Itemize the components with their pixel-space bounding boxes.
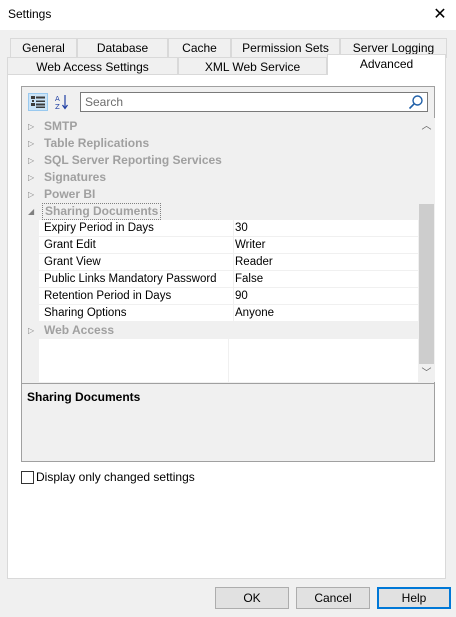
tab-general[interactable]: General xyxy=(10,38,77,58)
category-label: Table Replications xyxy=(44,136,150,150)
property-row[interactable]: Grant View Reader xyxy=(22,254,418,271)
category-label: Signatures xyxy=(44,170,107,184)
cancel-button[interactable]: Cancel xyxy=(296,587,370,609)
property-name: Sharing Options xyxy=(44,307,127,319)
close-icon[interactable]: ✕ xyxy=(424,0,456,30)
tab-cache[interactable]: Cache xyxy=(168,38,231,58)
grid-empty-area xyxy=(22,339,418,382)
search-icon[interactable] xyxy=(408,94,424,110)
scroll-thumb[interactable] xyxy=(419,204,434,364)
category-label: SQL Server Reporting Services xyxy=(44,153,222,167)
property-row[interactable]: Retention Period in Days 90 xyxy=(22,288,418,305)
category-signatures[interactable]: ▷ Signatures xyxy=(22,169,418,186)
category-label: Power BI xyxy=(44,187,96,201)
property-value[interactable]: Writer xyxy=(235,237,265,253)
window-title: Settings xyxy=(8,7,52,21)
ok-button[interactable]: OK xyxy=(215,587,289,609)
category-label: Sharing Documents xyxy=(42,203,162,220)
checkbox-box[interactable] xyxy=(21,471,34,484)
property-grid-body: ▷ SMTP ▷ Table Replications ▷ SQL Server… xyxy=(22,118,418,382)
description-pane: Sharing Documents xyxy=(22,383,434,461)
property-value[interactable]: 90 xyxy=(235,288,248,304)
expand-arrow-icon[interactable]: ▷ xyxy=(28,322,34,339)
category-smtp[interactable]: ▷ SMTP xyxy=(22,118,418,135)
property-name: Public Links Mandatory Password xyxy=(44,273,217,285)
scroll-up-icon[interactable]: ︿ xyxy=(418,118,435,135)
collapse-arrow-icon[interactable]: ◢ xyxy=(28,203,34,220)
property-row[interactable]: Sharing Options Anyone xyxy=(22,305,418,322)
category-label: SMTP xyxy=(44,119,78,133)
category-sql-server-reporting-services[interactable]: ▷ SQL Server Reporting Services xyxy=(22,152,418,169)
tab-advanced[interactable]: Advanced xyxy=(327,54,446,75)
category-label: Web Access xyxy=(44,323,115,337)
expand-arrow-icon[interactable]: ▷ xyxy=(28,118,34,135)
categorized-icon[interactable] xyxy=(28,93,48,111)
title-bar: Settings ✕ xyxy=(0,0,456,30)
category-sharing-documents[interactable]: ◢ Sharing Documents xyxy=(22,203,418,220)
category-web-access[interactable]: ▷ Web Access xyxy=(22,322,418,339)
vertical-scrollbar[interactable]: ︿ ﹀ xyxy=(418,118,435,382)
category-power-bi[interactable]: ▷ Power BI xyxy=(22,186,418,203)
category-table-replications[interactable]: ▷ Table Replications xyxy=(22,135,418,152)
property-row[interactable]: Expiry Period in Days 30 xyxy=(22,220,418,237)
tab-permission-sets[interactable]: Permission Sets xyxy=(231,38,340,58)
property-value[interactable]: Reader xyxy=(235,254,273,270)
search-input[interactable] xyxy=(81,93,401,111)
property-grid: A Z ▷ SMTP ▷ Table Replications xyxy=(21,86,435,462)
property-grid-toolbar: A Z xyxy=(22,87,434,117)
alphabetical-sort-icon[interactable]: A Z xyxy=(52,93,72,111)
property-name: Grant View xyxy=(44,256,101,268)
expand-arrow-icon[interactable]: ▷ xyxy=(28,169,34,186)
property-value[interactable]: False xyxy=(235,271,263,287)
property-name: Grant Edit xyxy=(44,239,96,251)
property-row[interactable]: Grant Edit Writer xyxy=(22,237,418,254)
property-value[interactable]: Anyone xyxy=(235,305,274,321)
help-button[interactable]: Help xyxy=(377,587,451,609)
expand-arrow-icon[interactable]: ▷ xyxy=(28,135,34,152)
property-name: Retention Period in Days xyxy=(44,290,172,302)
property-name: Expiry Period in Days xyxy=(44,222,154,234)
description-title: Sharing Documents xyxy=(27,390,141,404)
property-row[interactable]: Public Links Mandatory Password False xyxy=(22,271,418,288)
search-field[interactable] xyxy=(80,92,428,112)
svg-text:Z: Z xyxy=(55,103,60,110)
svg-text:A: A xyxy=(55,95,60,103)
checkbox-label[interactable]: Display only changed settings xyxy=(36,471,195,484)
scroll-down-icon[interactable]: ﹀ xyxy=(418,365,435,382)
property-value[interactable]: 30 xyxy=(235,220,248,236)
expand-arrow-icon[interactable]: ▷ xyxy=(28,186,34,203)
tab-database[interactable]: Database xyxy=(77,38,168,58)
expand-arrow-icon[interactable]: ▷ xyxy=(28,152,34,169)
